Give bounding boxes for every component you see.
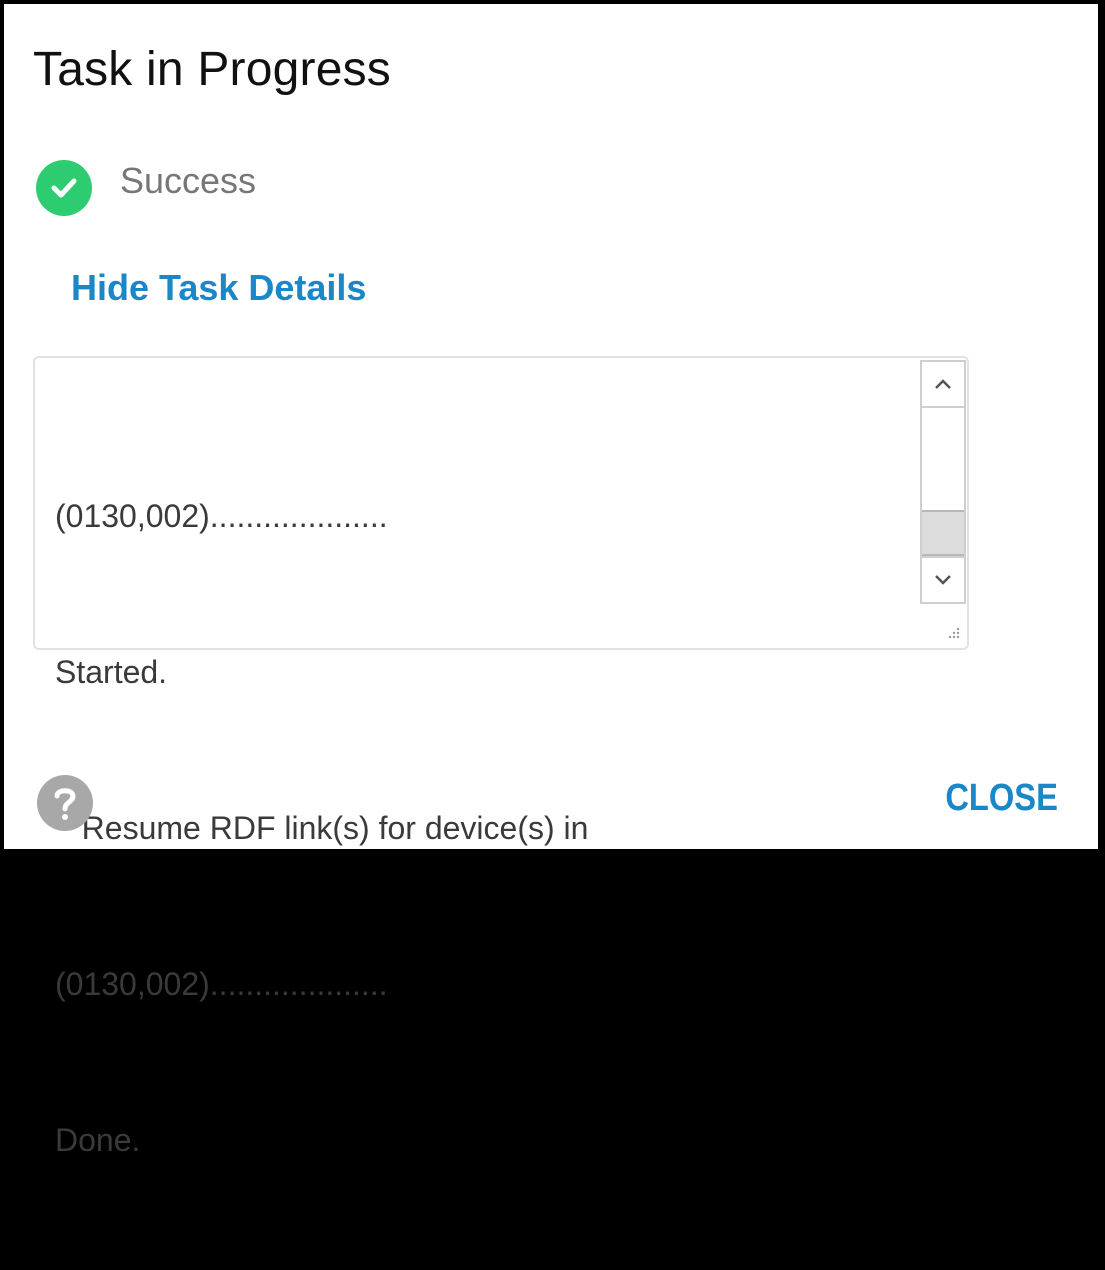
resize-grip-icon[interactable]	[943, 624, 961, 642]
check-circle-icon	[36, 160, 92, 216]
log-line: Done.	[55, 1122, 141, 1158]
log-scrollbar[interactable]	[920, 360, 966, 604]
checkmark-glyph	[51, 178, 77, 198]
question-mark-glyph	[54, 788, 76, 820]
scroll-down-button[interactable]	[922, 556, 964, 602]
task-status: Success	[36, 160, 256, 216]
log-line: Started.	[55, 654, 168, 690]
hide-task-details-link[interactable]: Hide Task Details	[71, 267, 366, 309]
log-line: (0130,002)....................	[55, 498, 388, 534]
log-line: Resume RDF link(s) for device(s) in	[55, 810, 589, 846]
question-circle-icon[interactable]	[37, 775, 93, 831]
dialog-title: Task in Progress	[33, 43, 391, 96]
scroll-thumb[interactable]	[922, 510, 964, 556]
chevron-up-icon	[935, 379, 951, 389]
status-text: Success	[120, 160, 257, 201]
close-button[interactable]: CLOSE	[945, 777, 1058, 820]
scroll-up-button[interactable]	[922, 362, 964, 408]
task-progress-dialog: Task in Progress Success Hide Task Detai…	[4, 4, 1098, 1158]
task-log-textarea[interactable]: (0130,002).................... Started. …	[33, 356, 969, 1158]
chevron-down-icon	[935, 575, 951, 585]
task-log-content: (0130,002).................... Started. …	[55, 386, 915, 1270]
log-line: (0130,002)....................	[55, 966, 388, 1002]
